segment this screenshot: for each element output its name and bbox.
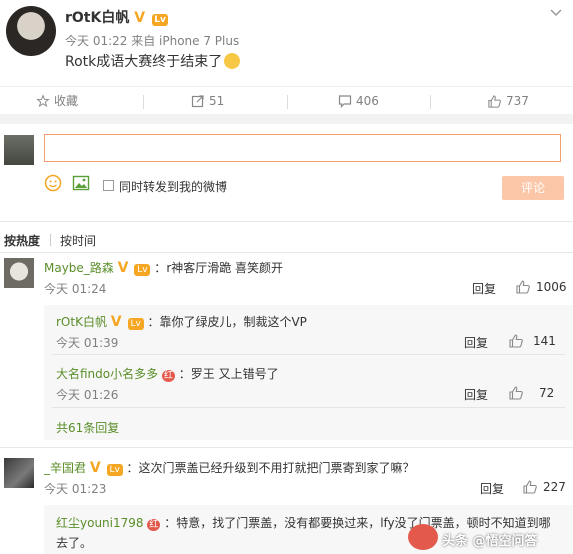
comment-like-count: 227	[543, 480, 566, 494]
reply-button[interactable]: 回复	[464, 334, 488, 351]
subreply-colon: ：	[147, 315, 160, 329]
comment-like-count: 1006	[536, 280, 567, 294]
subreply-colon: ：	[164, 516, 177, 530]
level-badge: Lv	[106, 464, 123, 476]
expand-replies-link[interactable]: 共61条回复	[56, 419, 119, 436]
subreply-like-count: 72	[539, 386, 555, 400]
subreply-username[interactable]: 红尘youni1798	[56, 516, 144, 530]
comment-username[interactable]: _辛国君	[44, 461, 86, 475]
divider	[143, 95, 144, 109]
divider	[287, 95, 288, 109]
subreply-time: 今天 01:39	[56, 336, 119, 350]
author-name[interactable]: rOtK白帆	[65, 10, 129, 26]
divider	[430, 95, 431, 109]
favorite-button[interactable]: 收藏	[36, 87, 78, 115]
reply-button[interactable]: 回复	[480, 480, 504, 497]
subreply-colon: ：	[178, 367, 191, 381]
comment-time: 今天 01:24	[44, 282, 107, 296]
subreply-time: 今天 01:26	[56, 388, 119, 402]
subreply-text: 罗王 又上错号了	[190, 367, 279, 381]
tab-sort-hot[interactable]: 按热度	[4, 232, 40, 249]
image-icon[interactable]	[72, 174, 90, 192]
subreply-text: 靠你了绿皮儿，制裁这个VP	[159, 315, 307, 329]
like-count: 737	[506, 94, 529, 108]
comment-text: 这次门票盖已经升级到不用打就把门票寄到家了嘛？	[138, 461, 415, 475]
subreply-username[interactable]: 大名findo小名多多	[56, 367, 158, 381]
level-badge: 红	[161, 370, 175, 382]
commenter-avatar[interactable]	[4, 258, 34, 288]
repost-count: 51	[209, 94, 225, 108]
star-icon	[36, 94, 50, 108]
comment-username[interactable]: Maybe_路森	[44, 261, 114, 275]
subreply-line: rOtK白帆 V Lv ：靠你了绿皮儿，制裁这个VP	[56, 313, 307, 330]
verified-icon: V	[117, 260, 129, 276]
watermark-logo-icon	[408, 524, 438, 550]
divider	[52, 354, 565, 355]
verified-icon: V	[110, 314, 122, 330]
comment-icon	[338, 95, 352, 108]
verified-icon: V	[134, 10, 146, 26]
author-avatar[interactable]	[6, 6, 56, 56]
level-badge: Lv	[152, 14, 169, 26]
comment-time: 今天 01:23	[44, 482, 107, 496]
thumbs-up-icon[interactable]	[508, 333, 524, 349]
repost-checkbox[interactable]	[103, 180, 114, 191]
comment-count: 406	[356, 94, 379, 108]
reply-button[interactable]: 回复	[464, 386, 488, 403]
divider	[0, 221, 573, 222]
comment-input[interactable]	[44, 134, 561, 162]
comment-line: _辛国君 V Lv ：这次门票盖已经升级到不用打就把门票寄到家了嘛？	[44, 459, 415, 476]
like-button[interactable]: 737	[487, 87, 529, 115]
comment-colon: ：	[154, 261, 167, 275]
repost-icon	[191, 95, 204, 108]
favorite-label: 收藏	[54, 94, 79, 108]
comment-colon: ：	[126, 461, 139, 475]
thumbs-up-icon[interactable]	[522, 479, 538, 495]
comment-line: Maybe_路森 V Lv ：r神客厅滑跪 喜笑颜开	[44, 259, 283, 276]
divider	[50, 234, 51, 246]
watermark-text: 头条 @悟空问答	[442, 534, 538, 549]
current-user-avatar	[4, 135, 34, 165]
divider	[0, 252, 573, 253]
tab-sort-time[interactable]: 按时间	[60, 232, 96, 249]
level-badge: 红	[147, 519, 161, 531]
chevron-down-icon[interactable]	[549, 6, 563, 20]
post-text-content: Rotk成语大赛终于结束了	[65, 54, 223, 70]
divider	[0, 447, 573, 448]
subreply-username[interactable]: rOtK白帆	[56, 315, 107, 329]
commenter-avatar[interactable]	[4, 458, 34, 488]
post-text: Rotk成语大赛终于结束了	[65, 51, 241, 71]
author-name-row: rOtK白帆 V Lv	[65, 7, 169, 27]
thumbs-up-icon[interactable]	[515, 279, 531, 295]
submit-comment-button[interactable]: 评论	[502, 176, 564, 200]
thumbs-up-icon[interactable]	[508, 385, 524, 401]
level-badge: Lv	[134, 264, 151, 276]
section-separator	[0, 114, 573, 124]
comment-button[interactable]: 406	[338, 87, 379, 115]
comment-text: r神客厅滑跪 喜笑颜开	[166, 261, 284, 275]
emoji-icon[interactable]	[44, 174, 62, 192]
repost-button[interactable]: 51	[191, 87, 224, 115]
subreply-like-count: 141	[533, 334, 556, 348]
verified-icon: V	[89, 460, 101, 476]
post-meta: 今天 01:22 来自 iPhone 7 Plus	[65, 34, 240, 48]
divider	[52, 407, 565, 408]
shy-emoji-icon	[224, 53, 241, 69]
thumbs-up-icon	[488, 94, 501, 108]
reply-button[interactable]: 回复	[472, 280, 496, 297]
repost-checkbox-label: 同时转发到我的微博	[119, 180, 228, 194]
post-action-bar: 收藏 51 406 737	[0, 86, 573, 116]
level-badge: Lv	[127, 318, 144, 330]
subreply-line: 大名findo小名多多 红 ：罗王 又上错号了	[56, 365, 279, 382]
